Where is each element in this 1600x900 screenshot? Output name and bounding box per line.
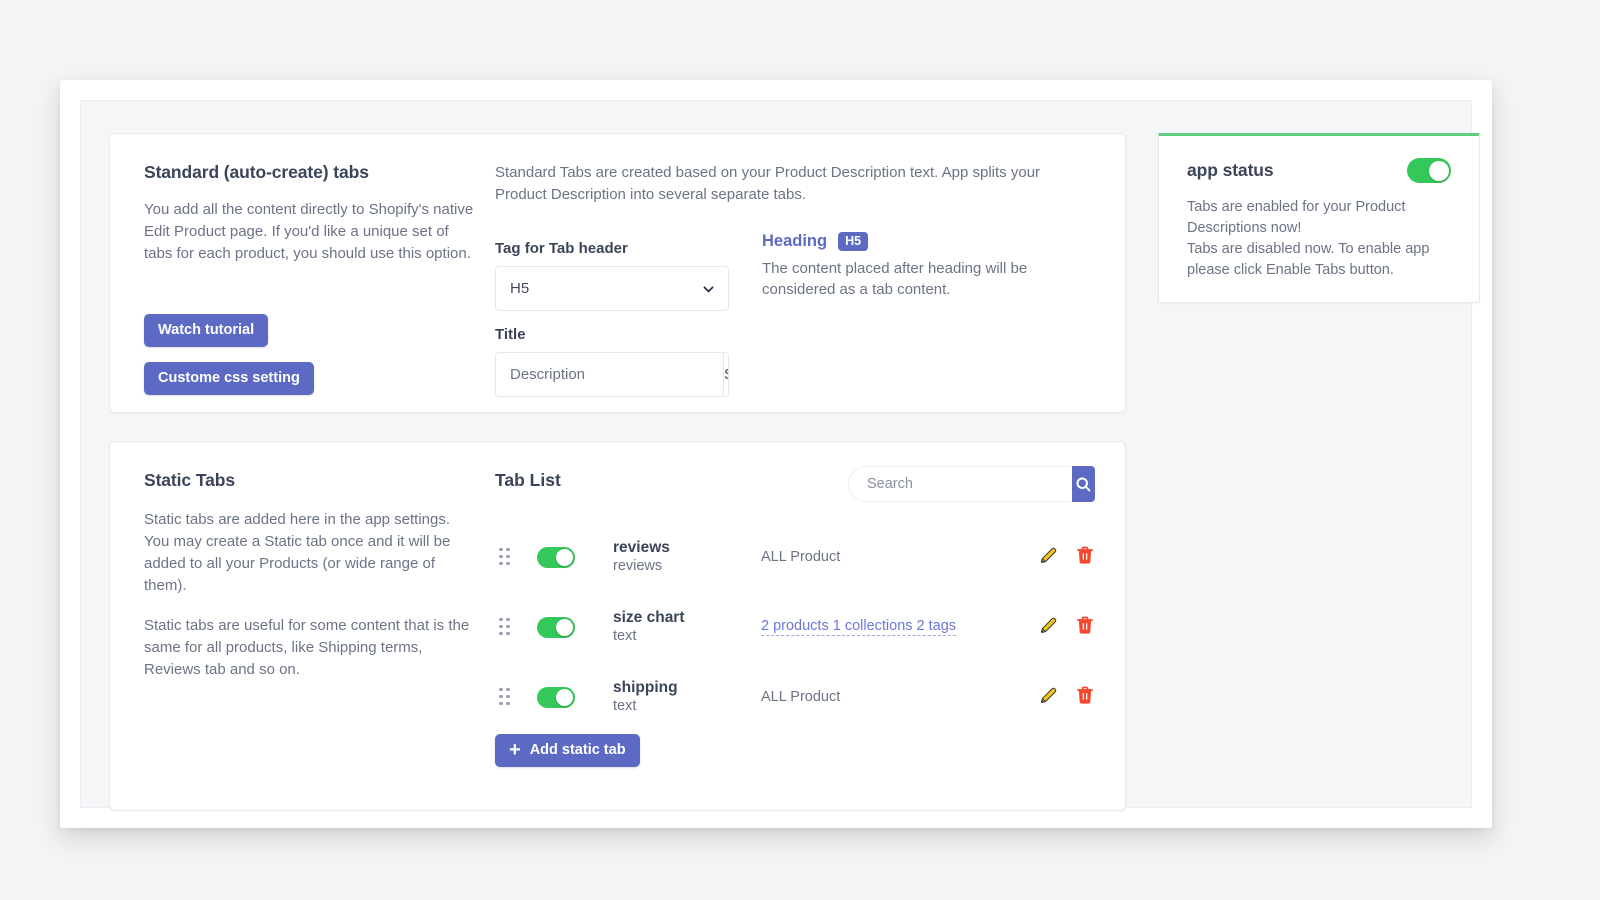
- watch-tutorial-button[interactable]: Watch tutorial: [144, 314, 269, 347]
- static-tabs-paragraph-1: Static tabs are added here in the app se…: [144, 511, 451, 595]
- static-left-column: Static Tabs Static tabs are added here i…: [144, 470, 474, 681]
- toggle-knob: [556, 688, 573, 706]
- standard-tabs-heading: Standard (auto-create) tabs: [144, 162, 369, 182]
- pencil-icon[interactable]: [1038, 615, 1059, 640]
- pencil-icon[interactable]: [1038, 545, 1059, 570]
- row-actions: [1038, 615, 1095, 640]
- row-scope-link[interactable]: 2 products 1 collections 2 tags: [761, 618, 957, 636]
- add-static-tab-button[interactable]: + Add static tab: [495, 734, 640, 767]
- tag-for-tab-header-label: Tag for Tab header: [495, 240, 628, 257]
- row-enable-toggle[interactable]: [537, 616, 575, 638]
- app-status-card: app status Tabs are enabled for your Pro…: [1158, 133, 1480, 303]
- heading-hint-block: Heading H5 The content placed after head…: [762, 232, 1062, 301]
- app-content-area: Standard (auto-create) tabs You add all …: [80, 100, 1480, 811]
- row-scope-text: ALL Product: [761, 549, 841, 565]
- table-row: size chart text 2 products 1 collections 2…: [495, 592, 1095, 662]
- app-status-line-2: Tabs are disabled now. To enable app ple…: [1187, 241, 1430, 279]
- row-name-group: shipping text: [613, 678, 713, 717]
- search-icon: [1076, 476, 1091, 491]
- search-input[interactable]: [848, 466, 1072, 502]
- drag-handle-icon[interactable]: [495, 547, 515, 567]
- static-tabs-paragraph-2: Static tabs are useful for some content …: [144, 617, 470, 679]
- tab-rows-container: reviews reviews ALL Product size chart text 2…: [495, 522, 1095, 732]
- add-static-tab-wrapper: + Add static tab: [495, 734, 640, 767]
- heading-hint-text: The content placed after heading will be…: [762, 260, 1028, 299]
- row-enable-toggle[interactable]: [537, 546, 575, 568]
- table-row: shipping text ALL Product: [495, 662, 1095, 732]
- row-title: shipping: [613, 678, 678, 696]
- app-status-toggle[interactable]: [1407, 158, 1451, 183]
- tag-select-value: H5: [510, 280, 530, 297]
- search-bar: [848, 466, 1095, 502]
- custom-css-setting-button[interactable]: Custome css setting: [144, 362, 314, 395]
- row-name-group: reviews reviews: [613, 538, 713, 577]
- row-actions: [1038, 685, 1095, 710]
- standard-tabs-description: You add all the content directly to Shop…: [144, 201, 474, 263]
- trash-icon[interactable]: [1075, 685, 1095, 709]
- row-actions: [1038, 545, 1095, 570]
- drag-handle-icon[interactable]: [495, 617, 515, 637]
- row-enable-toggle[interactable]: [537, 686, 575, 708]
- app-status-header: app status: [1187, 158, 1451, 183]
- title-field-group: Save: [495, 352, 729, 397]
- standard-tabs-intro: Standard Tabs are created based on your …: [495, 164, 1041, 204]
- trash-icon[interactable]: [1075, 545, 1095, 569]
- row-title: reviews: [613, 538, 670, 556]
- app-status-line-1: Tabs are enabled for your Product Descri…: [1187, 199, 1406, 237]
- drag-handle-icon[interactable]: [495, 687, 515, 707]
- search-button[interactable]: [1072, 466, 1095, 502]
- standard-left-column: Standard (auto-create) tabs You add all …: [144, 162, 474, 395]
- standard-right-column: Standard Tabs are created based on your …: [495, 162, 1095, 397]
- toggle-knob: [556, 618, 573, 636]
- plus-icon: +: [509, 739, 521, 762]
- row-subtitle: text: [613, 627, 637, 644]
- row-title: size chart: [613, 608, 685, 626]
- pencil-icon[interactable]: [1038, 685, 1059, 710]
- row-subtitle: reviews: [613, 557, 663, 574]
- add-static-tab-label: Add static tab: [529, 742, 626, 758]
- heading-tag-badge: H5: [838, 232, 869, 251]
- heading-hint-word: Heading: [762, 232, 828, 250]
- tab-list-header: Tab List: [495, 466, 1095, 504]
- toggle-knob: [556, 548, 573, 566]
- custom-css-setting-label: Custome css setting: [158, 370, 300, 386]
- static-tabs-heading: Static Tabs: [144, 470, 235, 490]
- table-row: reviews reviews ALL Product: [495, 522, 1095, 592]
- title-label: Title: [495, 326, 526, 343]
- app-window: Standard (auto-create) tabs You add all …: [60, 80, 1492, 828]
- tab-list-title: Tab List: [495, 470, 561, 490]
- trash-icon[interactable]: [1075, 615, 1095, 639]
- save-title-button[interactable]: Save: [723, 353, 728, 396]
- app-status-title: app status: [1187, 160, 1274, 180]
- watch-tutorial-label: Watch tutorial: [158, 322, 255, 338]
- standard-tabs-card: Standard (auto-create) tabs You add all …: [109, 133, 1126, 413]
- title-input[interactable]: [496, 353, 723, 396]
- toggle-knob: [1428, 160, 1449, 181]
- row-name-group: size chart text: [613, 608, 713, 647]
- chevron-down-icon: [703, 285, 714, 292]
- tag-for-tab-header-select[interactable]: H5: [495, 266, 729, 311]
- static-tabs-card: Static Tabs Static tabs are added here i…: [109, 441, 1126, 811]
- row-scope-text: ALL Product: [761, 689, 841, 705]
- row-subtitle: text: [613, 697, 637, 714]
